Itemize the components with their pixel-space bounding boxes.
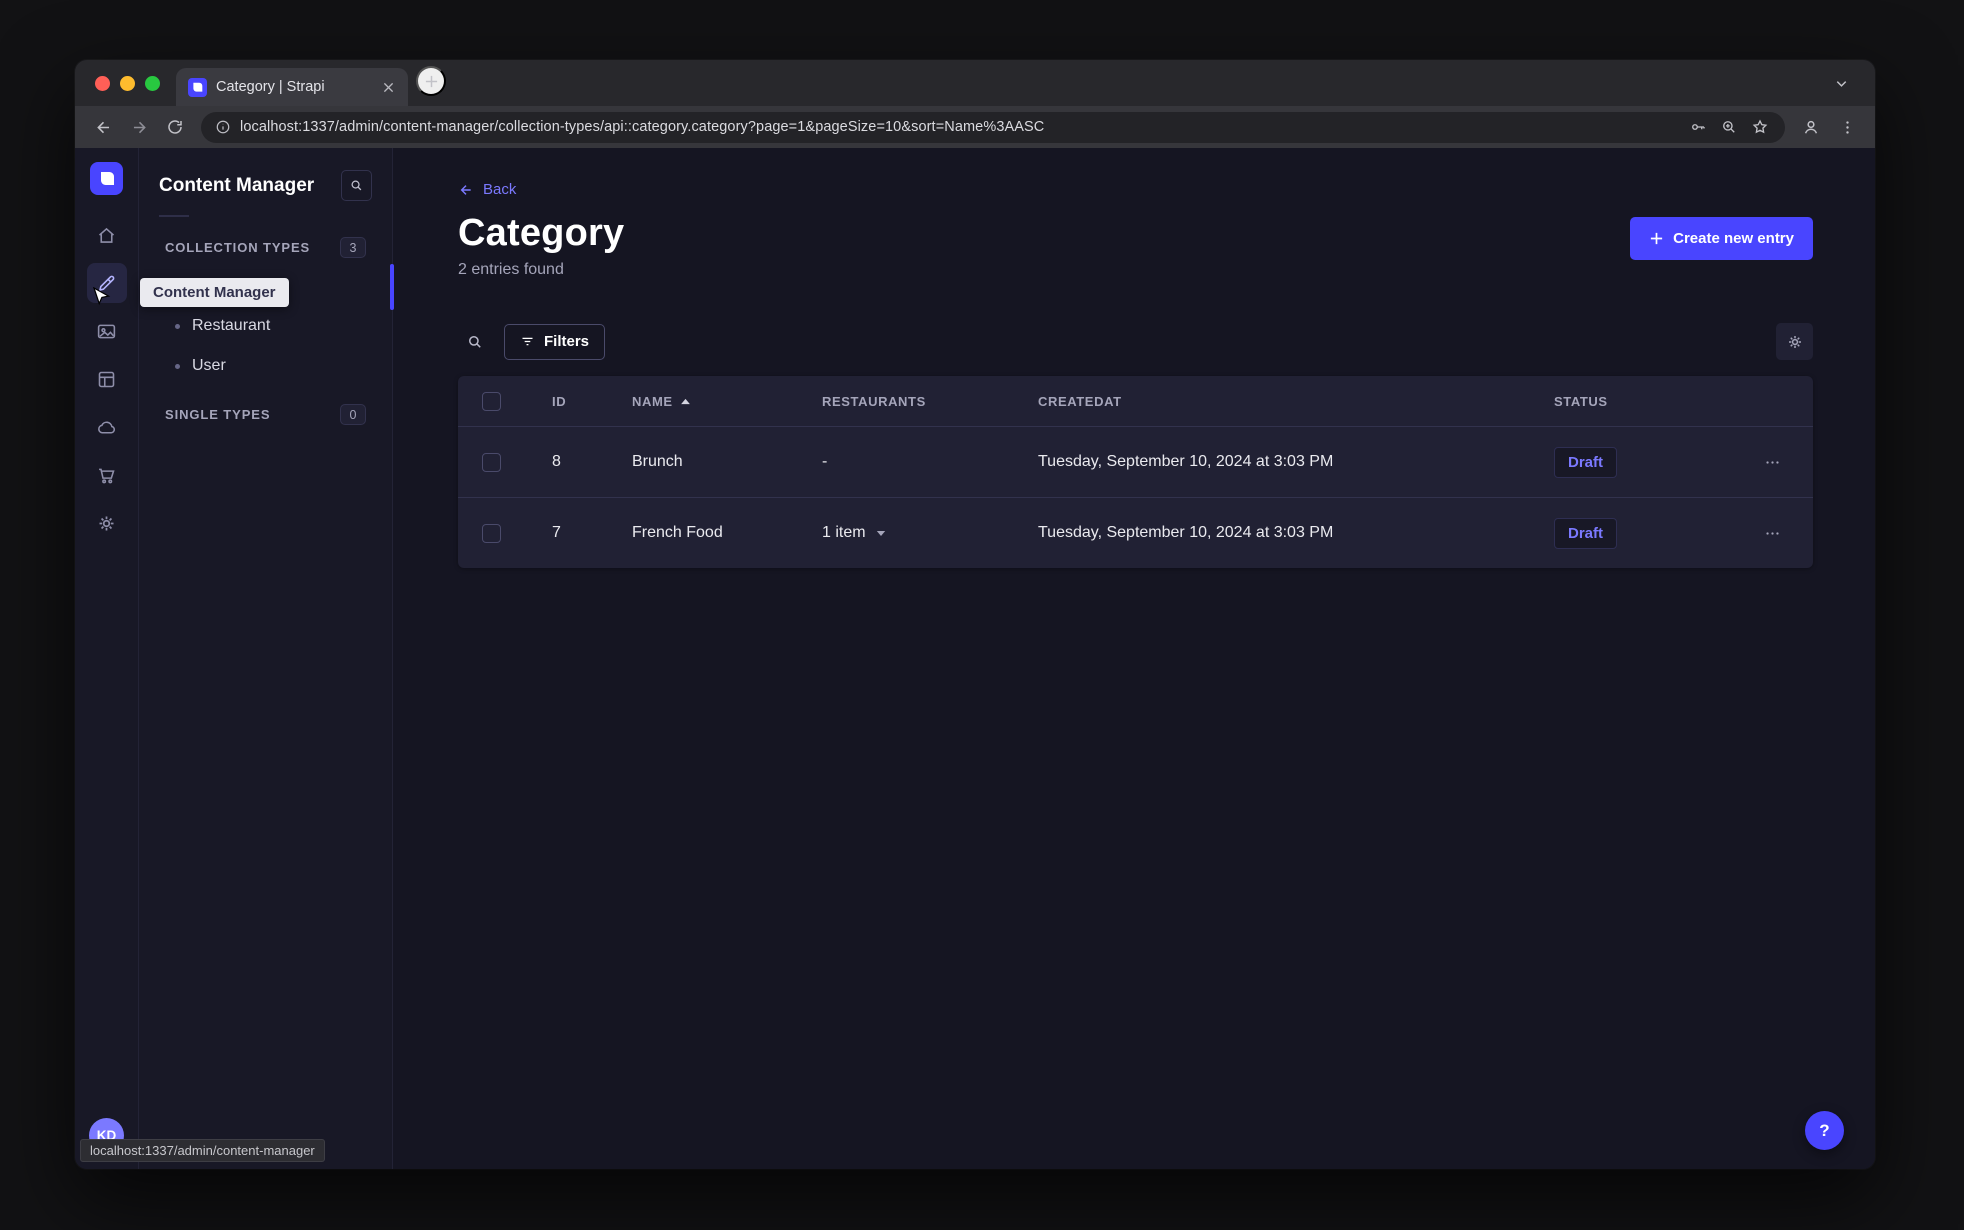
back-label: Back [483,181,517,198]
filters-label: Filters [544,333,590,350]
view-settings-gear-icon[interactable] [1776,323,1813,360]
cell-restaurants: - [822,453,828,470]
table-row: 7 French Food 1 item Tuesday, September … [458,497,1813,568]
cell-createdat: Tuesday, September 10, 2024 at 3:03 PM [1038,524,1334,541]
browser-window: Category | Strapi localhost:1337/admin/c… [75,60,1875,1169]
sidebar-title: Content Manager [159,174,315,196]
row-actions-menu-icon[interactable] [1756,521,1789,546]
media-library-icon[interactable] [87,311,127,351]
sidebar-item-label: User [192,357,226,374]
filter-icon [522,337,533,346]
main-content: Back Category 2 entries found Create new… [393,148,1875,1169]
bookmark-star-icon[interactable] [1749,116,1771,138]
caret-down-icon [876,530,886,537]
create-new-entry-button[interactable]: Create new entry [1630,217,1813,260]
content-manager-tooltip: Content Manager [140,278,289,307]
entries-table: ID NAME RESTAURANTS CREATEDAT STATUS 8 B… [458,376,1813,568]
cell-name: French Food [632,524,723,541]
tab-title: Category | Strapi [216,79,325,95]
select-all-checkbox[interactable] [482,391,501,411]
sidebar-search-icon[interactable] [341,170,372,201]
cell-id: 7 [552,524,561,541]
header-restaurants: RESTAURANTS [822,393,926,409]
sidebar-item-user[interactable]: User [159,346,372,386]
marketplace-cart-icon[interactable] [87,455,127,495]
plus-icon [1650,232,1663,245]
bullet-icon [175,363,180,369]
settings-gear-icon[interactable] [87,503,127,543]
sidebar-item-label: Restaurant [192,317,271,334]
home-icon[interactable] [87,215,127,255]
passwords-key-icon[interactable] [1687,116,1709,138]
single-types-label: SINGLE TYPES [165,407,271,422]
zoom-icon[interactable] [1718,116,1740,138]
browser-toolbar: localhost:1337/admin/content-manager/col… [75,106,1875,148]
list-toolbar: Filters [458,323,1813,360]
browser-tab-bar: Category | Strapi [75,60,1875,106]
create-new-entry-label: Create new entry [1673,230,1794,247]
sidebar-divider [159,215,189,217]
entries-count: 2 entries found [458,261,564,278]
cell-restaurants-expand[interactable]: 1 item [822,524,1038,542]
search-icon[interactable] [458,325,492,359]
strapi-app: KD Content Manager COLLECTION TYPES 3 Ca… [75,148,1875,1169]
mouse-cursor [92,287,111,309]
browser-tab[interactable]: Category | Strapi [176,68,408,106]
profile-icon[interactable] [1795,111,1827,143]
cell-createdat: Tuesday, September 10, 2024 at 3:03 PM [1038,453,1334,470]
content-type-builder-icon[interactable] [87,359,127,399]
sidebar-item-restaurant[interactable]: Restaurant [159,306,372,346]
strapi-favicon-icon [188,77,207,97]
link-preview-status-bar: localhost:1337/admin/content-manager [80,1139,325,1162]
site-info-icon[interactable] [215,119,231,135]
row-actions-menu-icon[interactable] [1756,450,1789,475]
window-controls [75,75,176,91]
table-row: 8 Brunch - Tuesday, September 10, 2024 a… [458,426,1813,497]
header-name-label: NAME [632,393,673,409]
sort-ascending-icon [680,398,691,405]
cell-restaurants-label: 1 item [822,524,866,541]
row-checkbox[interactable] [482,523,501,543]
reload-icon[interactable] [159,111,191,143]
browser-menu-icon[interactable] [1831,111,1863,143]
header-status: STATUS [1554,393,1608,409]
back-link[interactable]: Back [458,181,516,198]
cell-id: 8 [552,453,561,470]
row-checkbox[interactable] [482,452,501,472]
window-close-button[interactable] [95,75,110,91]
status-badge: Draft [1554,446,1618,478]
page-title: Category [458,212,625,254]
arrow-left-icon [460,184,471,195]
status-badge: Draft [1554,517,1618,549]
help-button[interactable]: ? [1805,1111,1844,1150]
header-name-sort[interactable]: NAME [632,394,822,409]
deploy-cloud-icon[interactable] [87,407,127,447]
collection-types-label: COLLECTION TYPES [165,240,311,255]
window-zoom-button[interactable] [145,75,160,91]
bullet-icon [175,323,180,329]
table-header-row: ID NAME RESTAURANTS CREATEDAT STATUS [458,376,1813,426]
strapi-logo[interactable] [90,162,123,195]
back-nav-icon[interactable] [87,111,119,143]
header-createdat: CREATEDAT [1038,393,1122,409]
tab-search-chevron-icon[interactable] [1825,67,1857,99]
tab-close-icon[interactable] [378,77,398,97]
collection-types-count-badge: 3 [340,237,366,258]
forward-nav-icon[interactable] [123,111,155,143]
new-tab-button[interactable] [416,66,446,96]
cell-name: Brunch [632,453,683,470]
window-minimize-button[interactable] [120,75,135,91]
address-bar[interactable]: localhost:1337/admin/content-manager/col… [201,111,1785,143]
header-id: ID [552,393,567,409]
active-item-indicator [390,264,394,310]
filters-button[interactable]: Filters [504,323,606,360]
single-types-count-badge: 0 [340,404,366,425]
url-text: localhost:1337/admin/content-manager/col… [240,119,1045,135]
